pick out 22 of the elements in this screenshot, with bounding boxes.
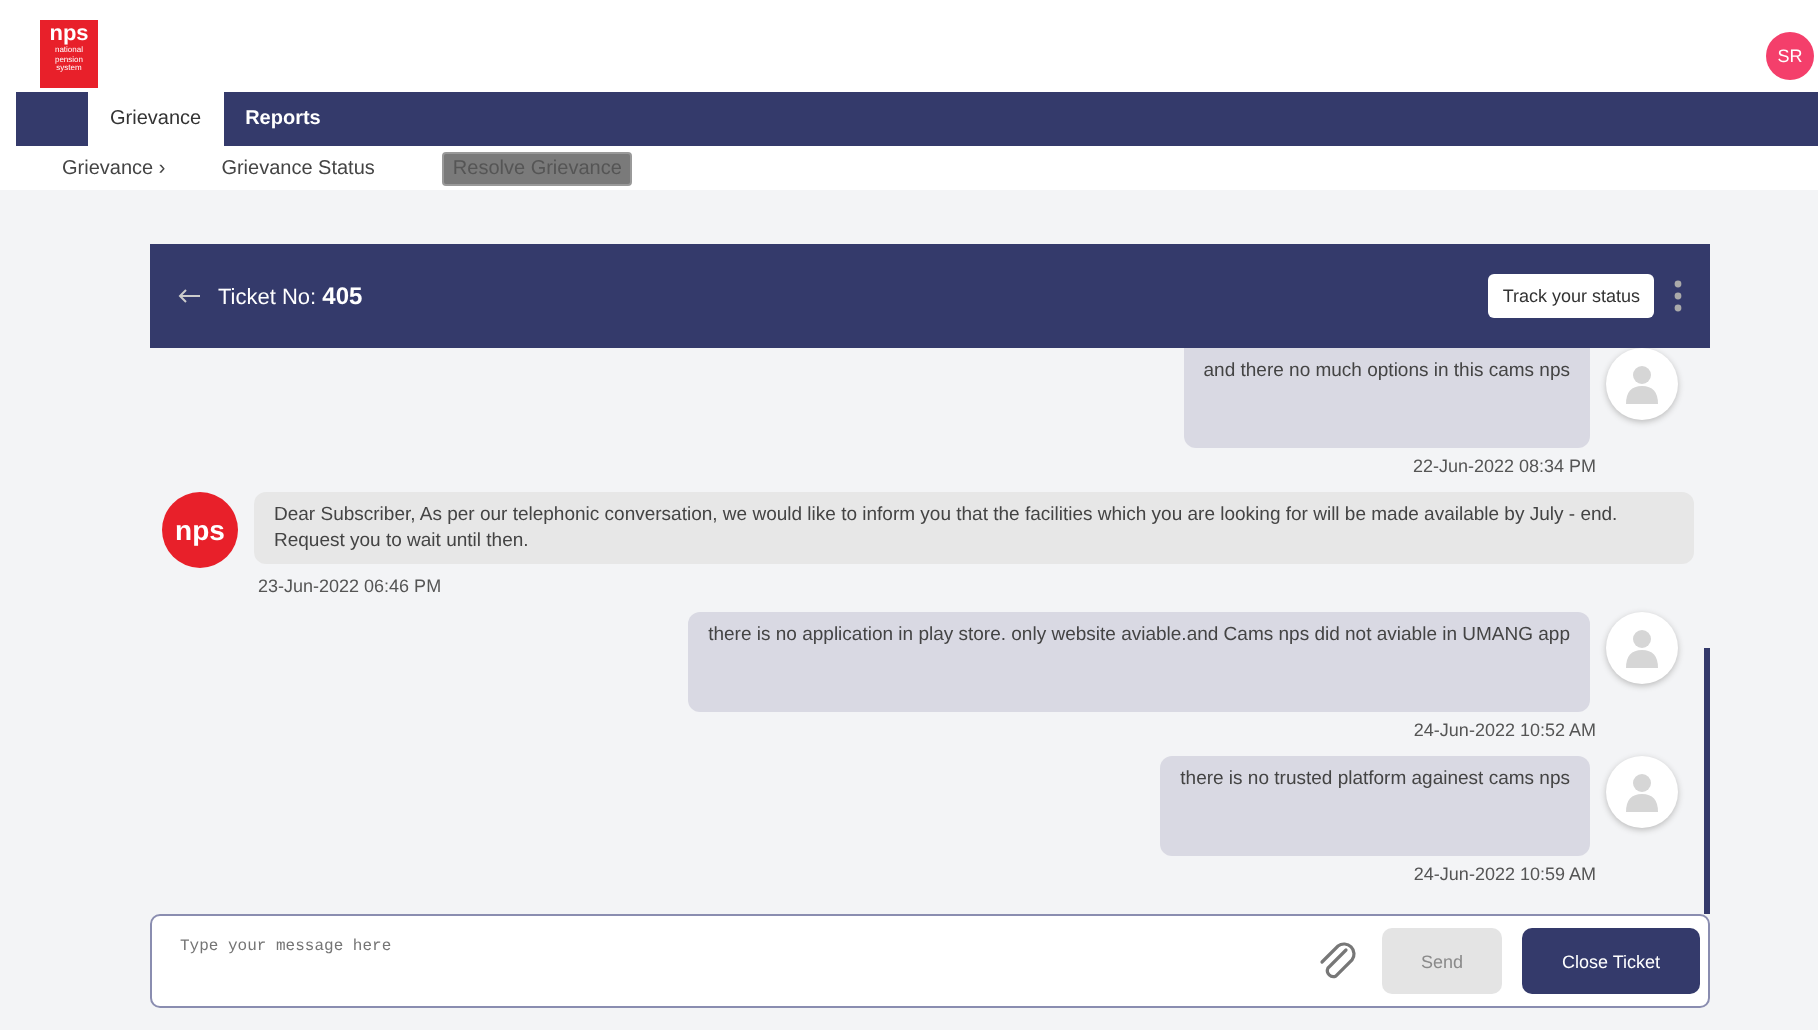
message-time: 24-Jun-2022 10:59 AM <box>1413 864 1596 884</box>
close-ticket-button[interactable]: Close Ticket <box>1522 928 1700 994</box>
track-status-button[interactable]: Track your status <box>1488 274 1654 318</box>
user-avatar <box>1606 756 1678 828</box>
breadcrumb-link[interactable]: Grievance › <box>54 153 174 183</box>
message-time: 24-Jun-2022 10:52 AM <box>1413 720 1596 740</box>
nav-tab[interactable]: Reports <box>223 92 343 146</box>
user-avatar <box>1606 348 1678 420</box>
user-avatar <box>1606 612 1678 684</box>
back-arrow-icon[interactable] <box>178 288 202 304</box>
agent-avatar: nps <box>162 492 238 568</box>
ticket-title: Ticket No: 405 <box>218 282 365 310</box>
message-bubble: Dear Subscriber, As per our telephonic conversation, we would like to inform you that the facilities which you are looking for will be made available by July - end. Request you to wait until then. <box>254 492 1694 564</box>
breadcrumb-link[interactable]: Grievance Status <box>213 153 383 183</box>
message-time: 23-Jun-2022 06:46 PM <box>258 576 444 596</box>
nav-tab[interactable]: Grievance <box>88 92 224 146</box>
user-avatar[interactable]: SR <box>1766 32 1814 80</box>
message-bubble: and there no much options in this cams nps <box>1183 348 1590 448</box>
message-bubble: there is no application in play store. only website aviable.and Cams nps did not aviable in UMANG app <box>688 612 1590 712</box>
message-bubble: there is no trusted platform againest cams nps <box>1160 756 1590 856</box>
more-icon[interactable] <box>1674 280 1682 312</box>
message-time: 22-Jun-2022 08:34 PM <box>1412 456 1596 476</box>
